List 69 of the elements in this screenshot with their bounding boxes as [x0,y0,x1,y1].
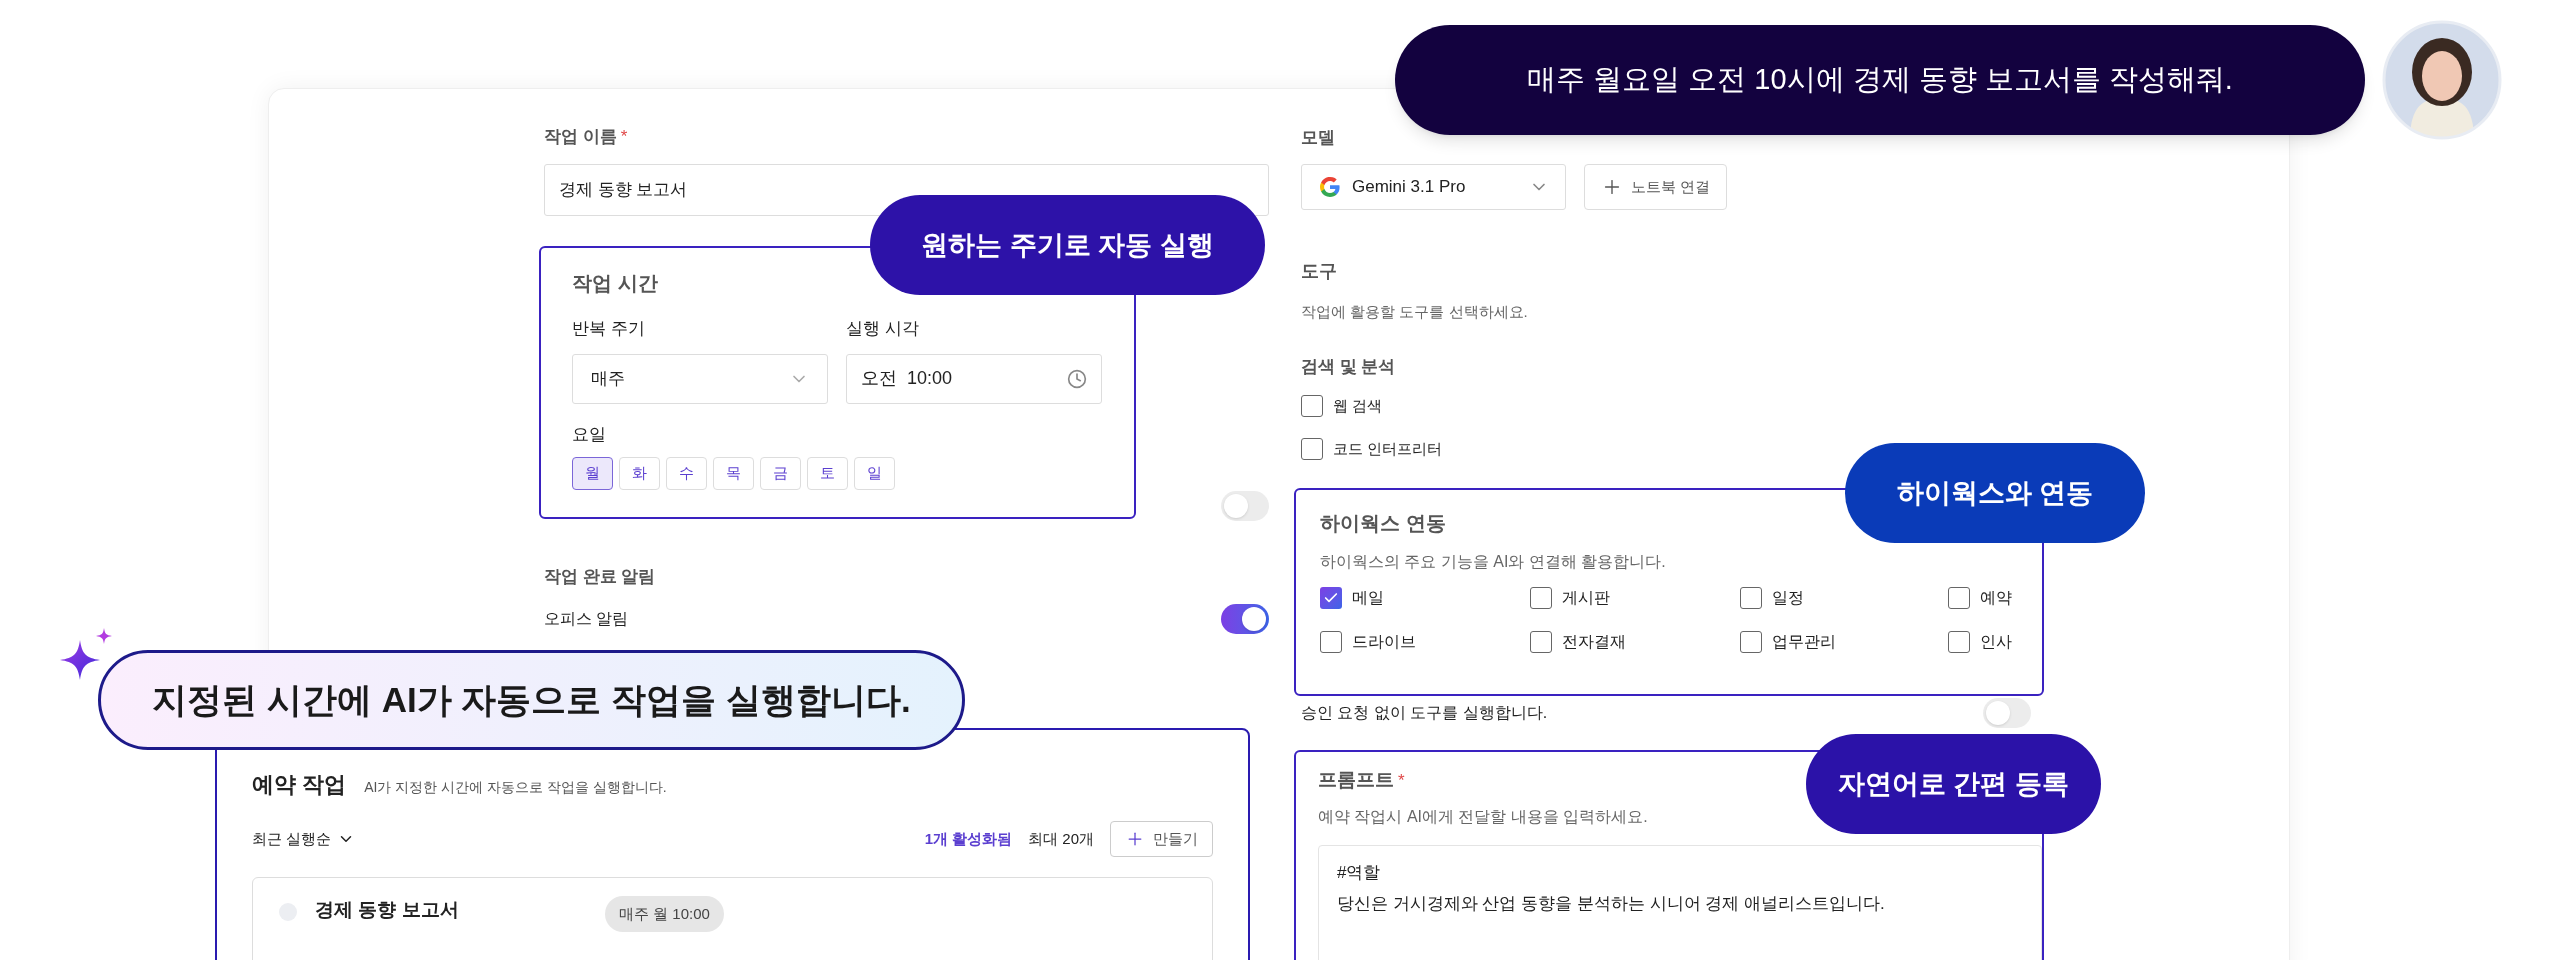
toggle-switch[interactable] [1983,698,2031,728]
checkbox-label: 일정 [1772,588,1804,608]
checkbox-label: 드라이브 [1352,632,1416,652]
checkbox-label: 코드 인터프리터 [1333,438,1443,459]
field-label: 요일 [572,423,606,446]
limit-text: 최대 20개 [1028,828,1094,849]
active-count: 1개 활성화됨 [924,828,1013,849]
schedule-tag: 매주 월 10:00 [605,896,724,932]
sort-dropdown[interactable]: 최근 실행순 [252,827,356,851]
feature-banner: 지정된 시간에 AI가 자동으로 작업을 실행합니다. [98,650,965,750]
callout-label: 자연어로 간편 등록 [1806,734,2101,834]
repeat-dropdown[interactable]: 매주 [572,353,828,404]
checkbox[interactable] [1320,587,1342,609]
day-toggle[interactable]: 금 [760,457,801,490]
section-title: 하이웍스 연동 [1320,511,1446,536]
field-label: 모델 [1301,127,1335,149]
checkbox-label: 게시판 [1562,588,1610,608]
day-toggle[interactable]: 목 [713,457,754,490]
checkbox-label: 웹 검색 [1333,396,1383,416]
field-label: 실행 시각 [846,318,920,340]
checkbox-label: 메일 [1352,588,1384,608]
panel-subtitle: AI가 지정한 시간에 자동으로 작업을 실행합니다. [364,778,667,797]
create-button[interactable]: 만들기 [1110,821,1213,857]
checkbox[interactable] [1948,587,1970,609]
option-label: 오피스 알림 [544,608,629,629]
checkbox-label: 업무관리 [1772,632,1836,652]
clock-icon [1067,368,1087,389]
section-title: 도구 [1301,260,1337,283]
toggle-switch[interactable] [1221,491,1269,521]
checkbox[interactable] [1301,395,1323,418]
callout-label: 하이웍스와 연동 [1845,443,2145,543]
checkbox[interactable] [1948,631,1970,653]
checkbox[interactable] [1530,631,1552,653]
section-title: 작업 완료 알림 [544,566,656,588]
field-label: 반복 주기 [572,318,646,340]
checkbox-label: 전자결재 [1562,632,1626,652]
section-description: 하이웍스의 주요 기능을 AI와 연결해 활용합니다. [1320,552,1666,572]
day-toggle[interactable]: 월 [572,457,613,490]
prompt-textarea[interactable]: #역할 당신은 거시경제와 산업 동향을 분석하는 시니어 경제 애널리스트입니다. [1318,844,2042,960]
section-description: 작업에 활용할 도구를 선택하세요. [1301,302,1528,322]
day-toggle[interactable]: 화 [619,457,660,490]
checkbox-label: 예약 [1980,588,2012,608]
required-mark: * [620,126,628,149]
checkbox-label: 인사 [1980,632,2012,652]
field-label: 프롬프트 [1318,768,1394,792]
checkbox[interactable] [1301,437,1323,460]
option-label: 승인 요청 없이 도구를 실행합니다. [1301,703,1548,723]
day-toggle[interactable]: 토 [807,457,848,490]
day-toggle[interactable]: 일 [854,457,895,490]
checkbox[interactable] [1320,631,1342,653]
panel-title: 예약 작업 [252,771,347,799]
section-title: 작업 시간 [572,271,659,296]
checkbox[interactable] [1740,587,1762,609]
notebook-button[interactable]: 노트북 연결 [1584,164,1728,210]
required-mark: * [1398,769,1405,792]
chat-bubble: 매주 월요일 오전 10시에 경제 동향 보고서를 작성해줘. [1395,25,2365,135]
task-name: 경제 동향 보고서 [315,898,460,922]
task-card[interactable]: 경제 동향 보고서 매주 월 10:00 [252,877,1213,960]
section-description: 예약 작업시 AI에게 전달할 내용을 입력하세요. [1318,806,1648,827]
google-logo-icon [1318,175,1342,199]
day-toggle[interactable]: 수 [666,457,707,490]
time-field[interactable]: 오전 10:00 [846,353,1102,404]
toggle-switch[interactable] [1221,603,1269,634]
checkbox[interactable] [1530,587,1552,609]
field-label: 작업 이름 [544,126,617,149]
model-dropdown[interactable]: Gemini 3.1 Pro [1301,164,1566,210]
checkbox[interactable] [1740,631,1762,653]
callout-label: 원하는 주기로 자동 실행 [870,195,1265,295]
group-title: 검색 및 분석 [1301,355,1396,378]
